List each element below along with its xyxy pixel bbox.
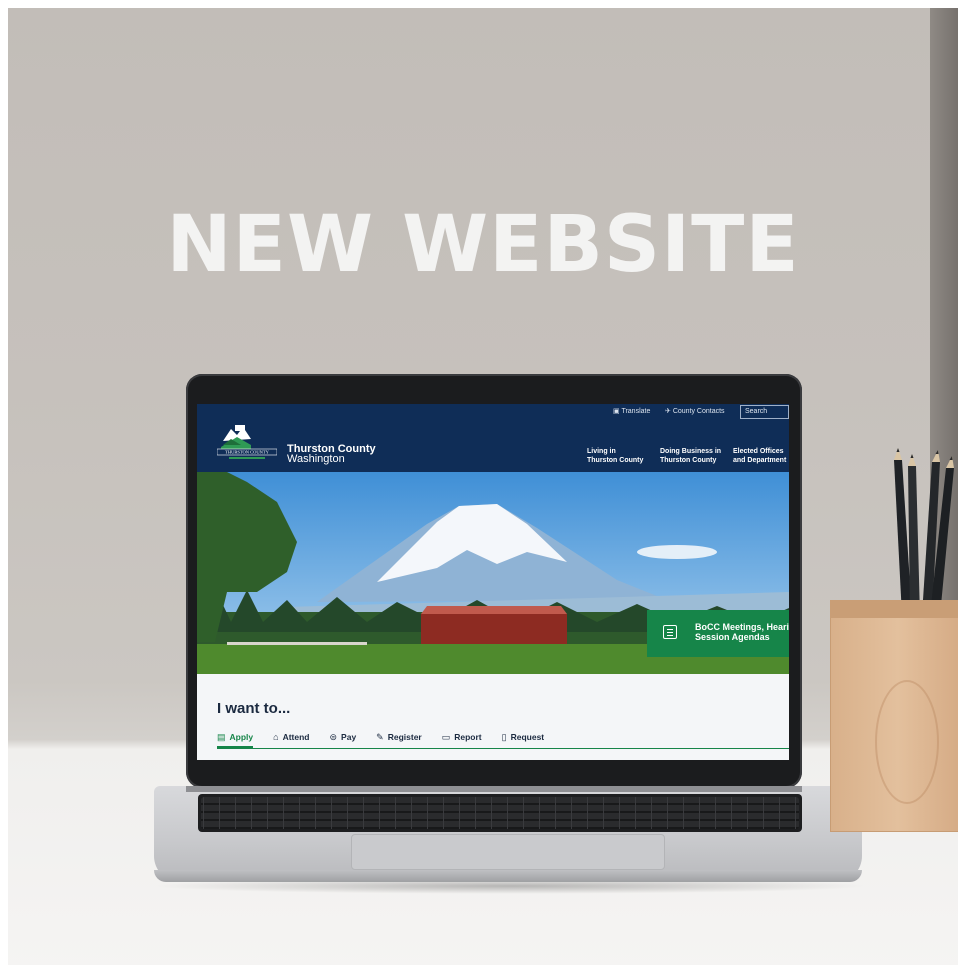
document-icon xyxy=(663,625,677,639)
register-icon: ✎ xyxy=(376,731,384,742)
people-icon: ⌂ xyxy=(273,732,279,742)
website-screen: ▣ Translate ✈ County Contacts Search THU… xyxy=(197,404,789,760)
tab-pay[interactable]: ⊜ Pay xyxy=(330,729,357,745)
tab-register[interactable]: ✎ Register xyxy=(376,729,422,745)
tab-divider xyxy=(217,748,789,749)
nav-business[interactable]: Doing Business in Thurston County xyxy=(660,447,721,465)
pay-icon: ⊜ xyxy=(329,731,338,742)
tab-request[interactable]: ▯ Request xyxy=(502,729,545,745)
county-contacts-link[interactable]: ✈ County Contacts xyxy=(665,407,725,415)
county-logo[interactable]: THURSTON COUNTY xyxy=(217,421,277,465)
clipboard-icon: ▤ xyxy=(217,731,226,742)
headline: NEW WEBSITE xyxy=(166,200,800,290)
tab-apply[interactable]: ▤ Apply xyxy=(217,729,253,745)
translate-link[interactable]: ▣ Translate xyxy=(613,407,650,415)
tab-attend[interactable]: ⌂ Attend xyxy=(273,729,309,745)
i-want-tabs: ▤ Apply ⌂ Attend ⊜ Pay ✎ Register ▭ Report ▯ R… xyxy=(217,729,564,745)
wood-grain xyxy=(875,680,939,804)
i-want-to-section: I want to... ▤ Apply ⌂ Attend ⊜ Pay ✎ Regist… xyxy=(197,674,789,760)
hero-card-line1: BoCC Meetings, Hearin xyxy=(695,622,789,632)
laptop-front-edge xyxy=(154,870,862,882)
search-input[interactable]: Search xyxy=(740,405,789,419)
nav-elected-offices[interactable]: Elected Offices and Department xyxy=(733,447,786,465)
tab-report[interactable]: ▭ Report xyxy=(442,729,482,745)
laptop-hinge xyxy=(186,786,802,792)
pencil-holder-rim xyxy=(830,600,966,618)
site-title[interactable]: Thurston County Washington xyxy=(287,444,376,465)
trackpad xyxy=(351,834,665,870)
speech-bubble-icon: ▭ xyxy=(441,731,451,742)
site-header: ▣ Translate ✈ County Contacts Search THU… xyxy=(197,404,789,472)
pencils xyxy=(894,448,954,616)
hero-image: BoCC Meetings, Hearin Session Agendas xyxy=(197,472,789,674)
document-icon: ▯ xyxy=(501,731,507,742)
photo-scene: NEW WEBSITE ▣ Translate ✈ County Contact… xyxy=(0,0,966,973)
i-want-title: I want to... xyxy=(217,700,291,717)
pencil xyxy=(908,454,920,616)
nav-living[interactable]: Living in Thurston County xyxy=(587,447,643,465)
logo-text: THURSTON COUNTY xyxy=(225,450,270,455)
bocc-meetings-card[interactable]: BoCC Meetings, Hearin Session Agendas xyxy=(647,610,789,657)
active-tab-indicator xyxy=(217,746,253,749)
site-title-line2: Washington xyxy=(287,453,345,465)
keyboard-keys xyxy=(201,797,799,829)
hero-card-line2: Session Agendas xyxy=(695,632,770,642)
